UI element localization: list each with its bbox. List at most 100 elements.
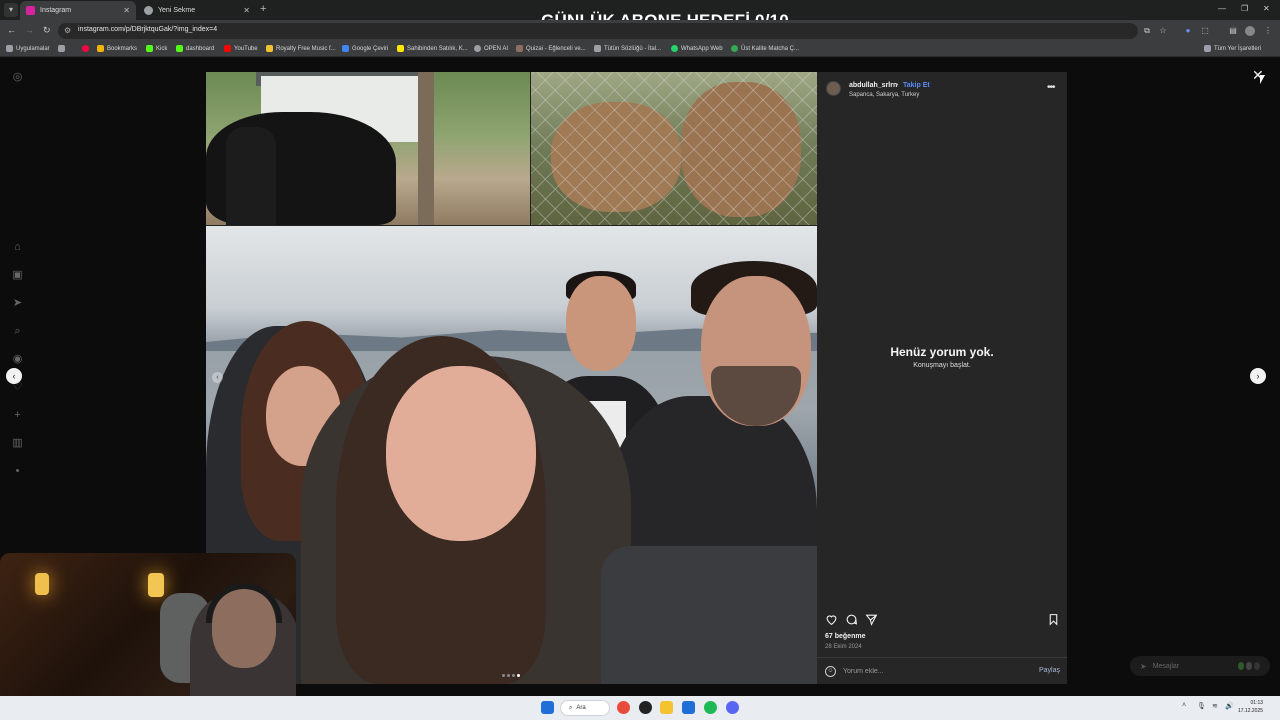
share-send-icon[interactable]: [865, 613, 878, 626]
more-options-icon[interactable]: •••: [1047, 82, 1055, 93]
folder-icon: [1204, 45, 1211, 52]
install-app-icon[interactable]: ⧉: [1142, 26, 1152, 36]
forward-icon[interactable]: →: [25, 25, 34, 35]
likes-count[interactable]: 67 beğenme: [825, 633, 865, 640]
bookmark-item[interactable]: Üst Kalite Matcha Ç...: [731, 45, 799, 52]
system-clock[interactable]: 01:13 17.12.2025: [1238, 699, 1263, 715]
avatar[interactable]: [826, 81, 841, 96]
extensions-puzzle-icon[interactable]: ⬚: [1200, 26, 1210, 36]
side-panel-icon[interactable]: ▤: [1228, 26, 1238, 36]
menu-kebab-icon[interactable]: ⋮: [1263, 26, 1273, 36]
bookmark-label: WhatsApp Web: [681, 45, 723, 52]
quizai-icon: [516, 45, 523, 52]
dashboard-icon[interactable]: ▥: [11, 437, 24, 450]
obs-icon[interactable]: [639, 701, 652, 714]
sahibinden-icon: [397, 45, 404, 52]
all-bookmarks[interactable]: Tüm Yer İşaretleri: [1204, 45, 1261, 52]
discord-icon[interactable]: [726, 701, 739, 714]
bookmark-label: OPEN AI: [484, 45, 509, 52]
carousel-indicator: [502, 674, 520, 677]
back-icon[interactable]: ←: [7, 25, 16, 35]
create-icon[interactable]: +: [11, 409, 24, 422]
bookmark-label: Quizai - Eğlenceli ve...: [526, 45, 586, 52]
post-username[interactable]: abdullah_srlrn: [849, 82, 897, 89]
bookmark-label: Kick: [156, 45, 168, 52]
share-comment-button[interactable]: Paylaş: [1039, 667, 1060, 674]
follow-button[interactable]: Takip Et: [903, 82, 930, 89]
post-location[interactable]: Sapanca, Sakarya, Turkey: [849, 92, 919, 98]
bookmark-item[interactable]: dashboard: [176, 45, 214, 52]
next-post-arrow-icon[interactable]: ›: [1250, 368, 1266, 384]
tray-chevron-icon[interactable]: ˄: [1182, 702, 1186, 709]
bookmark-item[interactable]: Royalty Free Music f...: [266, 45, 336, 52]
bookmark-item[interactable]: OPEN AI: [474, 45, 508, 52]
bookmark-label: Sahibinden Satılık, K...: [407, 45, 468, 52]
bookmark-item[interactable]: WhatsApp Web: [671, 45, 723, 52]
search-icon: ⌕: [569, 704, 573, 711]
post-actions: [825, 613, 1059, 627]
carousel-prev-icon[interactable]: ‹: [212, 372, 223, 383]
bookmark-label: Google Çeviri: [352, 45, 389, 52]
face: [386, 366, 536, 541]
like-heart-icon[interactable]: [825, 613, 838, 626]
explore-icon[interactable]: ◉: [11, 353, 24, 366]
profile-avatar-icon[interactable]: [1245, 26, 1255, 36]
bookmark-item[interactable]: YouTube: [224, 45, 258, 52]
apps-grid-icon: [6, 45, 13, 52]
send-icon[interactable]: ➤: [11, 297, 24, 310]
bookmark-label: Tütün Sözlüğü - İtal...: [604, 45, 662, 52]
bookmark-item[interactable]: Kick: [146, 45, 167, 52]
url-omnibox[interactable]: ⚙ instagram.com/p/DBrjktquGak/?img_index…: [58, 23, 1138, 39]
bookmark-star-icon[interactable]: ☆: [1158, 26, 1168, 36]
search-icon[interactable]: ⌕: [11, 325, 24, 338]
messages-button[interactable]: ➤ Mesajlar: [1130, 656, 1270, 676]
bookmark-item[interactable]: Sahibinden Satılık, K...: [397, 45, 468, 52]
volume-icon[interactable]: 🔊: [1225, 702, 1234, 710]
messages-label: Mesajlar: [1152, 662, 1180, 670]
mouse-cursor-icon: [1260, 75, 1265, 84]
bookmark-label: YouTube: [234, 45, 258, 52]
star-icon: [97, 45, 104, 52]
carousel-dot: [507, 674, 510, 677]
comment-composer: ☺ Paylaş: [817, 657, 1067, 684]
webcam-overlay: [0, 553, 296, 719]
site-info-icon[interactable]: ⚙: [64, 26, 71, 35]
no-comments-title: Henüz yorum yok.: [890, 345, 994, 359]
taskbar-search[interactable]: ⌕ Ara: [560, 700, 610, 716]
comment-icon[interactable]: [845, 613, 858, 626]
profile-icon[interactable]: •: [11, 465, 24, 478]
reload-icon[interactable]: ↻: [43, 25, 51, 36]
windows-start-icon[interactable]: [541, 701, 554, 714]
search-label: Ara: [576, 705, 586, 711]
bookmark-item[interactable]: Google Çeviri: [342, 45, 388, 52]
wifi-icon[interactable]: ≋: [1212, 702, 1218, 710]
instagram-icon[interactable]: ◎: [11, 71, 24, 84]
chrome-icon[interactable]: [617, 701, 630, 714]
comment-input[interactable]: [843, 665, 1023, 678]
url-text[interactable]: instagram.com/p/DBrjktquGak/?img_index=4: [78, 26, 217, 33]
clock-time: 01:13: [1250, 700, 1264, 706]
bookmark-label: Bookmarks: [107, 45, 138, 52]
headset: [206, 583, 282, 623]
microphone-icon[interactable]: 🎙: [1197, 702, 1206, 710]
youtube-icon: [224, 45, 231, 52]
carousel-dot: [512, 674, 515, 677]
bookmark-item[interactable]: [82, 45, 92, 52]
person: [226, 127, 276, 225]
save-bookmark-icon[interactable]: [1047, 613, 1060, 626]
bookmark-item[interactable]: Tütün Sözlüğü - İtal...: [594, 45, 661, 52]
spotify-icon[interactable]: [704, 701, 717, 714]
bookmark-grid-icon[interactable]: [58, 45, 68, 52]
home-icon[interactable]: ⌂: [11, 241, 24, 254]
store-icon[interactable]: [682, 701, 695, 714]
emoji-icon[interactable]: ☺: [825, 666, 836, 677]
prev-post-arrow-icon[interactable]: ‹: [6, 368, 22, 384]
reels-icon[interactable]: ▣: [11, 269, 24, 282]
file-explorer-icon[interactable]: [660, 701, 673, 714]
bookmark-item[interactable]: Quizai - Eğlenceli ve...: [516, 45, 586, 52]
extension-icon[interactable]: ●: [1183, 26, 1193, 36]
bookmark-item[interactable]: Bookmarks: [97, 45, 137, 52]
message-avatars: [1238, 662, 1260, 670]
music-icon: [266, 45, 273, 52]
bookmark-item[interactable]: Uygulamalar: [6, 45, 50, 52]
